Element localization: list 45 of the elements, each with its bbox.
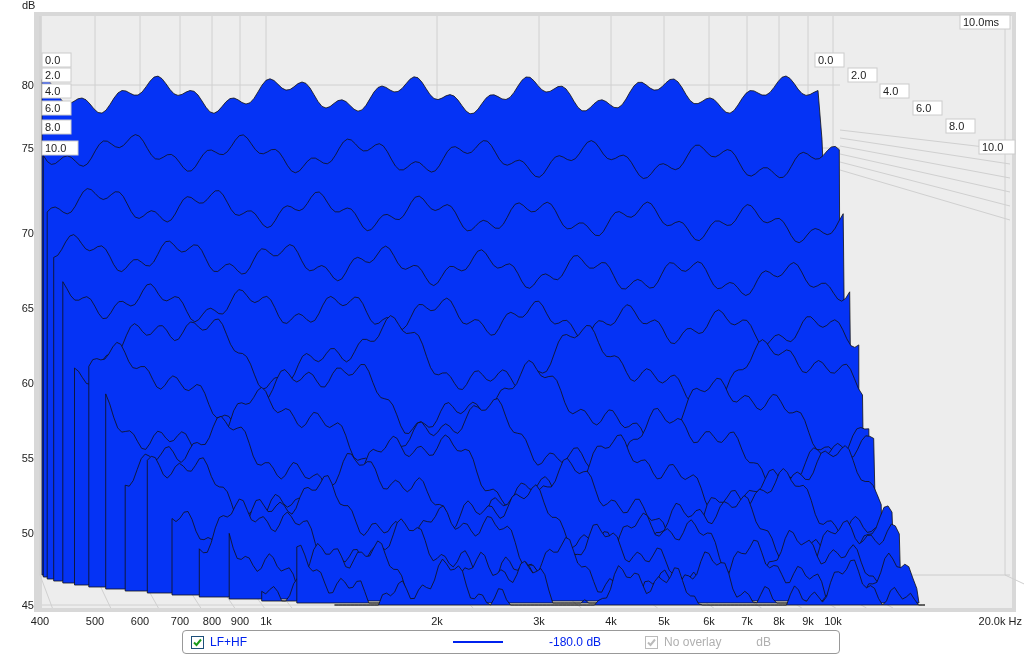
- axis-tick-label: 70: [21, 227, 34, 239]
- time-tick-label: 6.0: [41, 100, 72, 116]
- overlay-label: No overlay: [664, 634, 722, 651]
- axis-tick-label: 60: [21, 377, 34, 389]
- axis-tick-label: 10k: [824, 615, 842, 627]
- trace-reading: -180.0 dB: [549, 634, 602, 651]
- axis-tick-label: 8k: [773, 615, 785, 627]
- time-tick-label: 4.0: [879, 83, 910, 99]
- axis-tick-label: 65: [21, 302, 34, 314]
- axis-tick-label: 7k: [741, 615, 753, 627]
- axis-tick-label: 6k: [703, 615, 715, 627]
- unit-label: dB: [756, 634, 771, 651]
- time-tick-label: 6.0: [912, 100, 943, 116]
- time-tick-label: 8.0: [945, 118, 976, 134]
- time-tick-label: 4.0: [41, 83, 72, 99]
- axis-tick-label: 4k: [605, 615, 617, 627]
- axis-tick-label: 20.0k Hz: [978, 615, 1022, 627]
- axis-tick-label: 50: [21, 527, 34, 539]
- axis-tick-label: 45: [21, 599, 34, 611]
- time-tick-label: 0.0: [41, 52, 72, 68]
- trace-label: LF+HF: [210, 634, 247, 651]
- time-span-label: 10.0ms: [959, 14, 1011, 30]
- line-swatch: [453, 641, 503, 643]
- axis-tick-label: 400: [30, 615, 50, 627]
- time-tick-label: 0.0: [814, 52, 845, 68]
- axis-tick-label: 2k: [431, 615, 443, 627]
- axis-tick-label: 3k: [533, 615, 545, 627]
- axis-unit-label: dB: [22, 0, 36, 11]
- time-tick-label: 10.0: [41, 140, 79, 156]
- time-tick-label: 8.0: [41, 119, 72, 135]
- checkbox[interactable]: [191, 635, 204, 649]
- axis-tick-label: 500: [85, 615, 105, 627]
- time-tick-label: 2.0: [41, 67, 72, 83]
- axis-tick-label: 5k: [658, 615, 670, 627]
- axis-tick-label: 75: [21, 142, 34, 154]
- axis-tick-label: 1k: [260, 615, 272, 627]
- axis-tick-label: 700: [170, 615, 190, 627]
- axis-tick-label: 80: [21, 79, 34, 91]
- time-tick-label: 10.0: [978, 139, 1016, 155]
- axis-tick-label: 55: [21, 452, 34, 464]
- axis-tick-label: 800: [202, 615, 222, 627]
- axis-tick-label: 900: [230, 615, 250, 627]
- axis-tick-label: 9k: [802, 615, 814, 627]
- time-tick-label: 2.0: [847, 67, 878, 83]
- axis-tick-label: 600: [130, 615, 150, 627]
